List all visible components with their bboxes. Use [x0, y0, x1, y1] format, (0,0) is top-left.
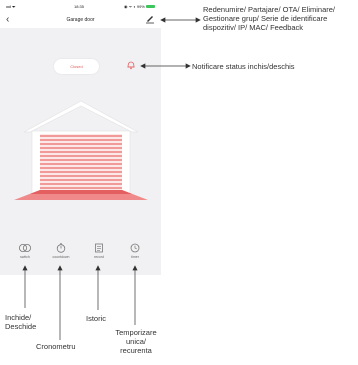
- notification-annotation: Notificare status inchis/deschis: [192, 62, 295, 71]
- timer-annotation: Temporizare unica/ recurenta: [115, 328, 157, 355]
- record-annotation: Istoric: [86, 314, 107, 323]
- annotation-arrows: [22, 17, 201, 340]
- countdown-annotation: Cronometru: [36, 342, 76, 351]
- edit-menu-annotation: Redenumire/ Partajare/ OTA/ Eliminare/ G…: [203, 5, 335, 32]
- switch-annotation: Inchide/ Deschide: [5, 313, 37, 331]
